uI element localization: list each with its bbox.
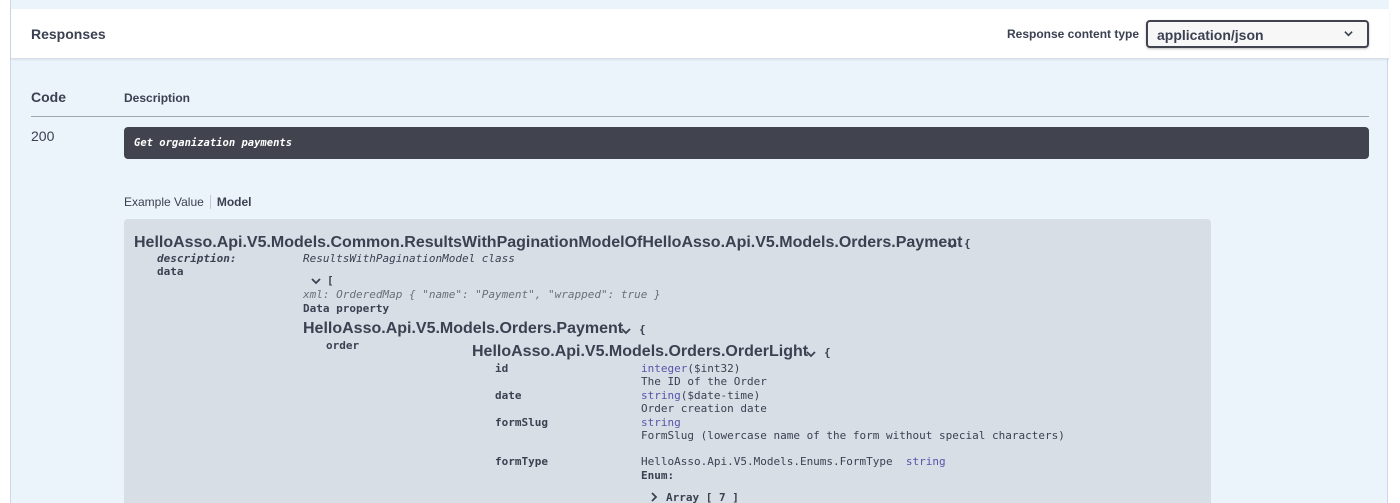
field-formslug-type: string (641, 416, 681, 429)
responses-title: Responses (31, 26, 106, 42)
xml-line: xml: OrderedMap { "name": "Payment", "wr… (303, 288, 661, 301)
field-date-key: date (495, 389, 522, 402)
field-formslug-desc: FormSlug (lowercase name of the form wit… (641, 429, 1065, 442)
description-key: description: (157, 252, 237, 265)
field-id-format: ($int32) (687, 362, 741, 375)
model-tabs: Example Value Model (124, 195, 252, 209)
tab-example-value[interactable]: Example Value (124, 195, 211, 209)
field-date-type-name: string (641, 389, 681, 402)
root-open-brace: { (964, 237, 971, 250)
field-formslug-key: formSlug (495, 416, 548, 429)
top-strip (11, 0, 1389, 9)
responses-header: Responses Response content type applicat… (11, 9, 1389, 59)
field-id-desc: The ID of the Order (641, 375, 767, 388)
field-formtype-key: formType (495, 455, 548, 468)
data-property: Data property (303, 302, 390, 315)
root-model-title[interactable]: HelloAsso.Api.V5.Models.Common.ResultsWi… (134, 234, 962, 252)
field-date-desc: Order creation date (641, 402, 767, 415)
response-content-type-select[interactable]: application/json (1146, 20, 1369, 48)
field-id-key: id (495, 362, 509, 375)
response-code: 200 (31, 128, 55, 144)
responses-panel: Responses Response content type applicat… (10, 0, 1389, 503)
response-content-type-label: Response content type (1007, 27, 1140, 41)
response-content-type-value: application/json (1157, 27, 1264, 43)
description-value: ResultsWithPaginationModel class (303, 252, 515, 265)
chevron-right-icon[interactable] (650, 492, 658, 502)
table-header-divider (31, 116, 1369, 117)
orderlight-open-brace: { (824, 346, 831, 359)
field-formtype-model: HelloAsso.Api.V5.Models.Enums.FormType s… (641, 455, 946, 468)
orderlight-model-title[interactable]: HelloAsso.Api.V5.Models.Orders.OrderLigh… (472, 343, 808, 361)
order-key: order (326, 339, 360, 352)
code-column-header: Code (31, 89, 66, 105)
field-formtype-array[interactable]: Array [ 7 ] (666, 491, 739, 503)
chevron-down-icon[interactable] (311, 277, 321, 285)
field-id-type-name: integer (641, 362, 688, 375)
field-id-type: integer($int32) (641, 362, 740, 375)
tab-model[interactable]: Model (211, 195, 252, 209)
chevron-down-icon[interactable] (806, 350, 816, 358)
response-description-box: Get organization payments (124, 127, 1369, 159)
response-description: Get organization payments (134, 137, 293, 149)
field-formtype-enum-label: Enum: (641, 469, 675, 482)
payment-open-brace: { (639, 323, 646, 336)
chevron-down-icon[interactable] (947, 241, 957, 249)
field-formtype-model-name: HelloAsso.Api.V5.Models.Enums.FormType (641, 455, 893, 468)
chevron-down-icon[interactable] (621, 327, 631, 335)
field-formtype-type: string (905, 455, 946, 468)
model-box: HelloAsso.Api.V5.Models.Common.ResultsWi… (124, 219, 1211, 503)
payment-model-title[interactable]: HelloAsso.Api.V5.Models.Orders.Payment (303, 320, 623, 338)
chevron-down-icon (1344, 31, 1353, 37)
data-key: data (157, 265, 184, 278)
description-column-header: Description (124, 91, 191, 105)
data-open-bracket: [ (327, 274, 334, 287)
field-date-format: ($date-time) (680, 389, 761, 402)
field-date-type: string($date-time) (641, 389, 760, 402)
